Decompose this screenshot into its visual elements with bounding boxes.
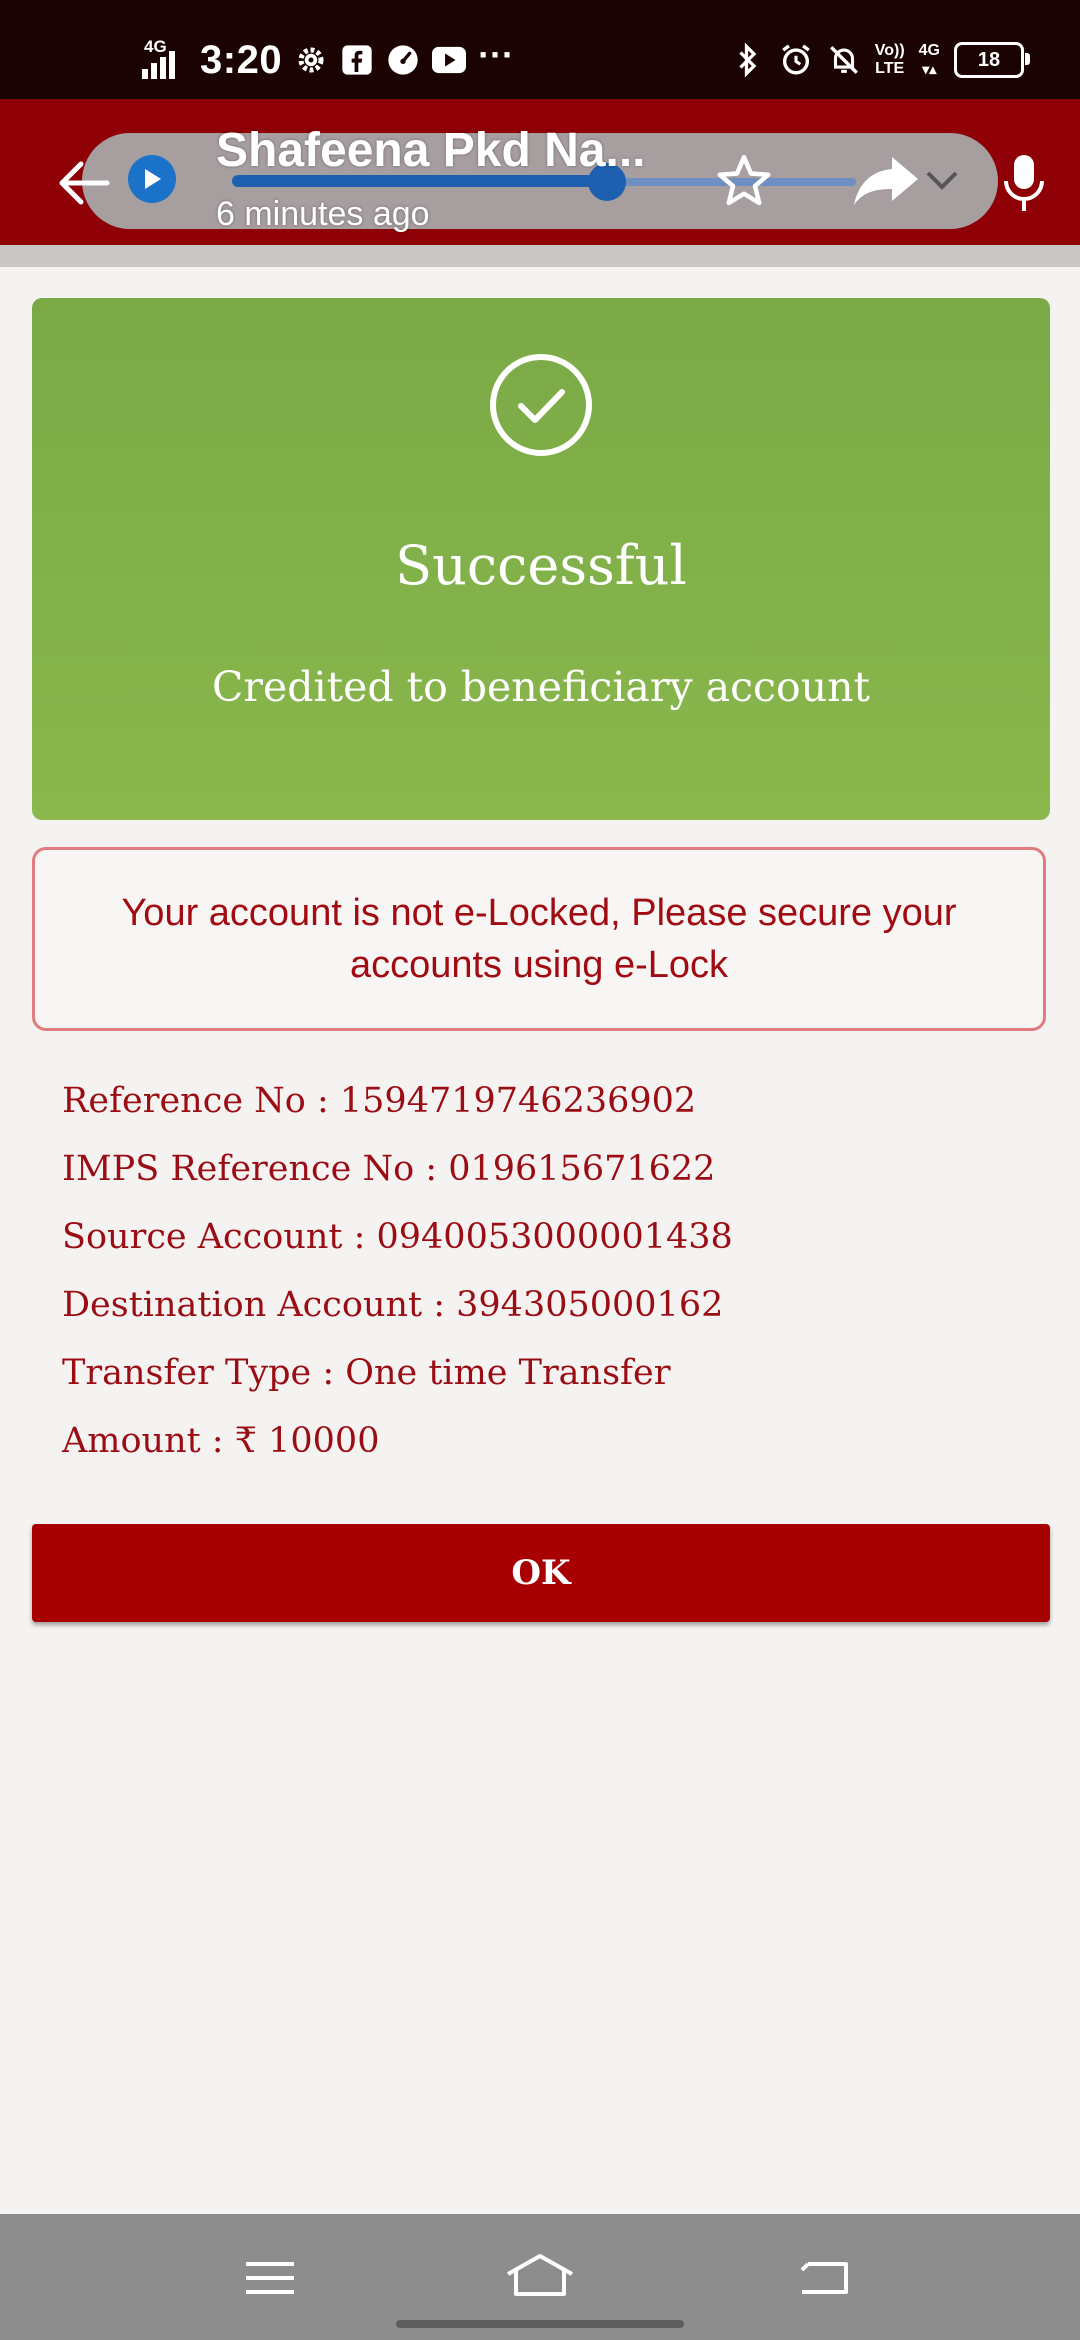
volte-indicator: Vo)) LTE [875, 42, 905, 78]
battery-icon: 18 [954, 42, 1030, 78]
speedometer-icon [386, 43, 420, 77]
chevron-down-icon[interactable] [922, 165, 962, 195]
settings-icon [294, 43, 328, 77]
play-icon[interactable] [128, 155, 176, 203]
network-right: 4G ▾▴ [918, 41, 940, 77]
back-icon[interactable] [794, 2250, 854, 2306]
elock-warning: Your account is not e-Locked, Please sec… [32, 847, 1046, 1031]
menu-icon[interactable] [240, 2250, 300, 2306]
gesture-handle[interactable] [396, 2320, 684, 2328]
facebook-icon [340, 43, 374, 77]
success-card: Successful Credited to beneficiary accou… [32, 298, 1050, 820]
ok-button[interactable]: OK [32, 1524, 1050, 1622]
transfer-type: Transfer Type : One time Transfer [62, 1353, 671, 1393]
amount: Amount : ₹ 10000 [62, 1421, 380, 1461]
mic-icon[interactable] [1002, 151, 1046, 217]
signal-4g-icon: 4G [142, 37, 188, 83]
bluetooth-icon [731, 42, 765, 78]
network-right-label: 4G [918, 41, 940, 59]
contact-name[interactable]: Shafeena Pkd Na... [216, 123, 686, 178]
forward-icon[interactable] [852, 153, 922, 209]
transaction-details: Reference No : 1594719746236902 IMPS Ref… [62, 1072, 1022, 1480]
header-shadow [0, 245, 1080, 267]
elock-warning-text: Your account is not e-Locked, Please sec… [121, 892, 957, 986]
last-seen: 6 minutes ago [216, 195, 430, 233]
bell-off-icon [827, 43, 861, 77]
battery-level: 18 [977, 48, 1001, 71]
status-bar-right: Vo)) LTE 4G ▾▴ 18 [731, 32, 1030, 88]
volte-bottom: LTE [875, 60, 905, 77]
destination-account: Destination Account : 394305000162 [62, 1285, 724, 1325]
success-title: Successful [395, 534, 687, 597]
app-header: Shafeena Pkd Na... 6 minutes ago [0, 99, 1080, 245]
alarm-icon [779, 43, 813, 77]
reference-no: Reference No : 1594719746236902 [62, 1081, 697, 1121]
check-circle-icon [488, 352, 594, 458]
status-bar-left: 4G 3:20 ··· [142, 28, 514, 92]
star-icon[interactable] [714, 151, 774, 211]
status-bar: 4G 3:20 ··· Vo)) LTE 4G ▾▴ 18 [0, 0, 1080, 99]
back-arrow-icon[interactable] [52, 151, 116, 215]
home-icon[interactable] [504, 2250, 576, 2306]
success-message: Credited to beneficiary account [212, 663, 870, 711]
imps-reference-no: IMPS Reference No : 019615671622 [62, 1149, 716, 1189]
source-account: Source Account : 0940053000001438 [62, 1217, 733, 1257]
more-dots-icon: ··· [478, 34, 515, 75]
system-nav-bar [0, 2214, 1080, 2340]
youtube-icon [432, 43, 467, 77]
clock: 3:20 [200, 37, 283, 82]
volte-top: Vo)) [874, 42, 905, 59]
